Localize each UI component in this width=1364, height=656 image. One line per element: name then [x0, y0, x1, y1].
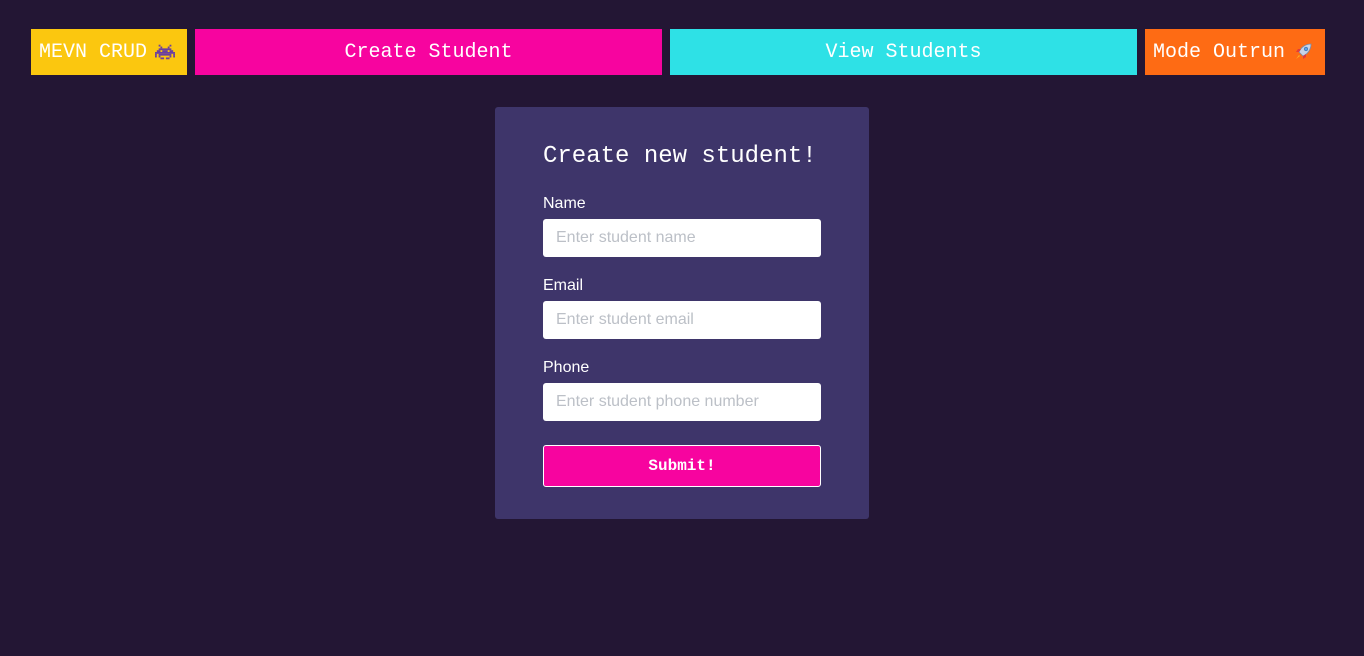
nav-view-students-link[interactable]: View Students — [670, 29, 1137, 75]
space-invader-icon — [155, 43, 176, 61]
name-label: Name — [543, 195, 586, 212]
nav-brand-link[interactable]: MEVN CRUD — [31, 29, 187, 75]
nav-create-label: Create Student — [344, 40, 513, 64]
email-input[interactable] — [543, 301, 821, 339]
name-input[interactable] — [543, 219, 821, 257]
submit-button[interactable]: Submit! — [543, 445, 821, 487]
phone-label: Phone — [543, 359, 590, 376]
create-student-form: Create new student! Name Email Phone Sub… — [495, 107, 869, 519]
phone-input[interactable] — [543, 383, 821, 421]
nav-mode-label: Mode Outrun — [1153, 40, 1286, 64]
nav-create-student-link[interactable]: Create Student — [195, 29, 662, 75]
mode-toggle-button[interactable]: Mode Outrun — [1145, 29, 1325, 75]
form-title: Create new student! — [543, 143, 817, 170]
nav-view-label: View Students — [825, 40, 982, 64]
rocket-icon — [1293, 42, 1313, 62]
nav-brand-label: MEVN CRUD — [39, 40, 148, 64]
top-navigation: MEVN CRUD Create Student View Students M — [31, 29, 1325, 75]
email-label: Email — [543, 277, 584, 294]
